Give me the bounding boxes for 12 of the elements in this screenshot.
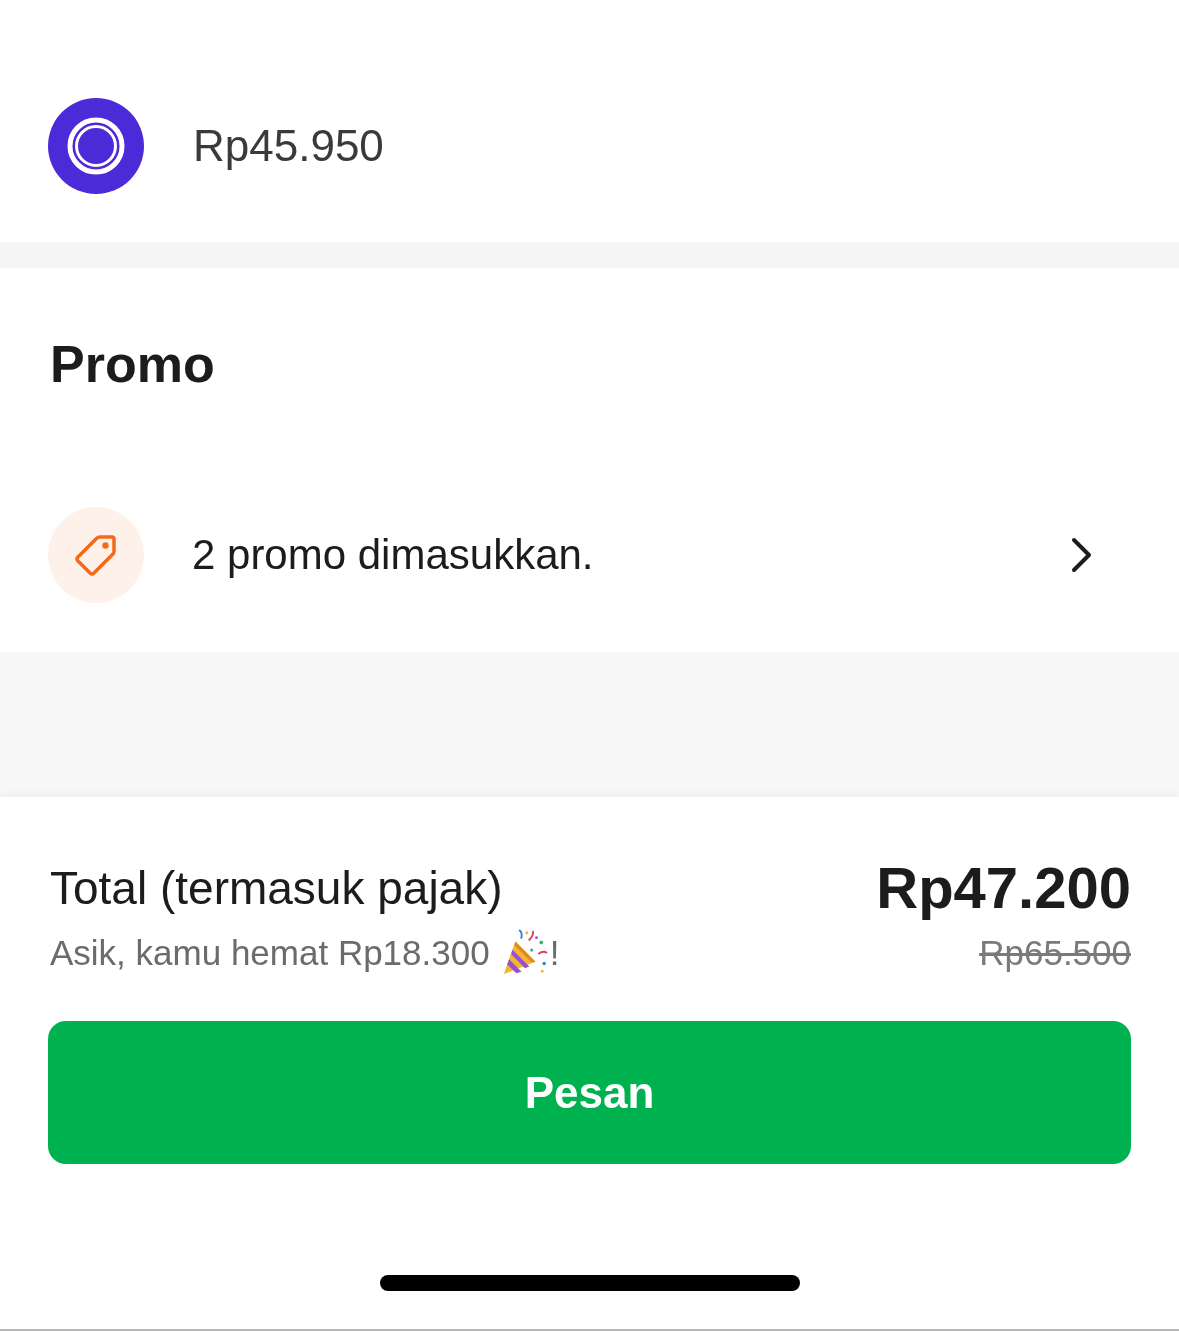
total-label: Total (termasuk pajak) [50,861,503,916]
order-button[interactable]: Pesan [48,1021,1131,1164]
payment-amount: Rp45.950 [193,120,384,172]
promo-applied-text: 2 promo dimasukkan. [192,530,594,580]
savings-message-end: ! [549,932,560,974]
chevron-right-icon[interactable] [1070,537,1094,573]
concentric-circle-icon [48,98,144,194]
savings-message: Asik, kamu hemat Rp18.300 [50,932,490,974]
total-price: Rp47.200 [876,854,1131,922]
promo-heading: Promo [50,334,215,395]
tag-icon [48,507,144,603]
original-price: Rp65.500 [979,932,1131,974]
